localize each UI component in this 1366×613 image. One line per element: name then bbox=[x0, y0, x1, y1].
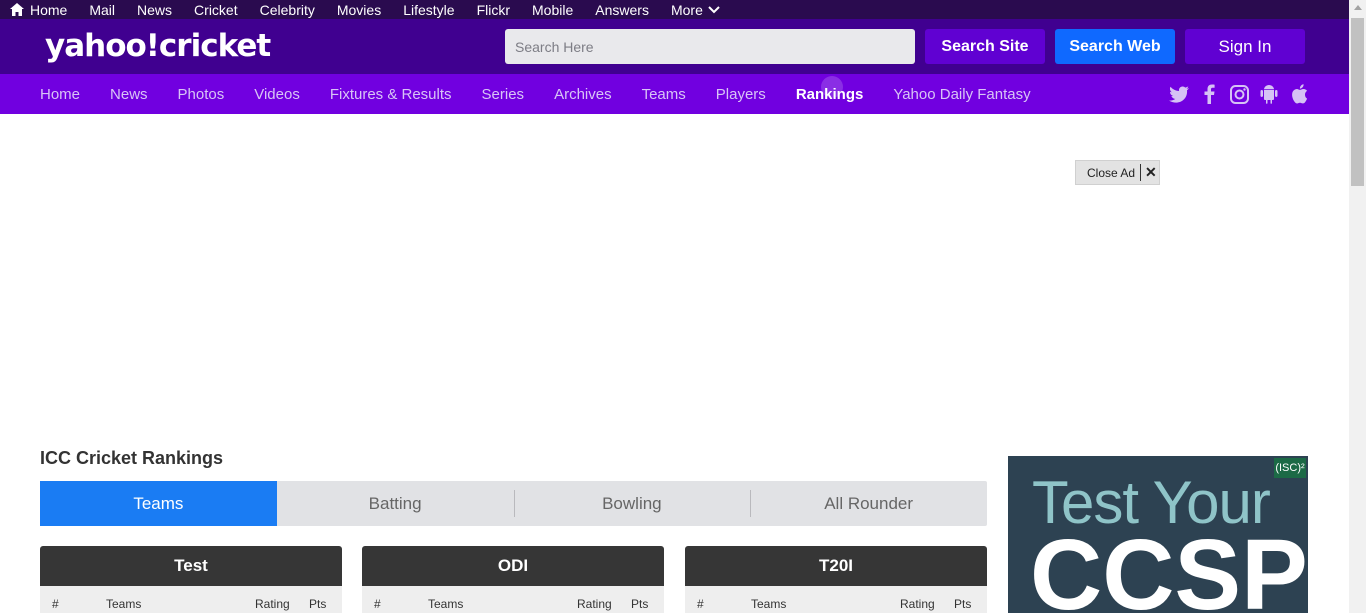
rankings-title: ICC Cricket Rankings bbox=[40, 448, 224, 468]
chevron-down-icon bbox=[708, 5, 720, 13]
nav-home[interactable]: Home bbox=[40, 86, 80, 103]
col-rank: # bbox=[374, 597, 381, 611]
top-link-flickr[interactable]: Flickr bbox=[477, 2, 510, 18]
apple-icon[interactable] bbox=[1289, 84, 1309, 104]
nav-rankings[interactable]: Rankings bbox=[796, 75, 863, 103]
top-link-news[interactable]: News bbox=[137, 2, 172, 18]
top-link-label: Celebrity bbox=[259, 1, 315, 18]
card-title: Test bbox=[40, 546, 342, 586]
search-input[interactable] bbox=[505, 29, 915, 64]
top-link-label: Answers bbox=[595, 1, 649, 18]
sign-in-button[interactable]: Sign In bbox=[1185, 29, 1305, 64]
close-ad-label: Close Ad bbox=[1087, 165, 1136, 180]
table-header: # Teams Rating Pts bbox=[40, 586, 342, 613]
social-links bbox=[1169, 84, 1309, 104]
card-title: ODI bbox=[362, 546, 664, 586]
nav-players[interactable]: Players bbox=[716, 86, 766, 103]
vertical-scrollbar[interactable] bbox=[1349, 0, 1366, 613]
ranking-card-odi: ODI # Teams Rating Pts bbox=[362, 546, 664, 613]
tab-all-rounder[interactable]: All Rounder bbox=[750, 481, 987, 526]
ad-headline-large: CCSP bbox=[1030, 519, 1308, 613]
top-link-home[interactable]: Home bbox=[10, 2, 67, 18]
nav-teams[interactable]: Teams bbox=[642, 86, 686, 103]
close-ad-button[interactable]: Close Ad ✕ bbox=[1075, 160, 1160, 185]
top-link-label: Mail bbox=[89, 1, 116, 18]
nav-photos[interactable]: Photos bbox=[178, 86, 225, 103]
facebook-icon[interactable] bbox=[1199, 84, 1219, 104]
ranking-card-t20i: T20I # Teams Rating Pts bbox=[685, 546, 987, 613]
col-teams: Teams bbox=[106, 597, 142, 611]
tab-bowling[interactable]: Bowling bbox=[513, 481, 751, 526]
top-link-label: Mobile bbox=[532, 1, 574, 18]
col-pts: Pts bbox=[309, 597, 327, 611]
yahoo-cricket-logo[interactable]: yahoo!cricket bbox=[45, 27, 271, 65]
top-link-mobile[interactable]: Mobile bbox=[532, 2, 573, 18]
more-label: More bbox=[670, 1, 703, 18]
main-nav: Home News Photos Videos Fixtures & Resul… bbox=[0, 74, 1349, 114]
top-link-label: Lifestyle bbox=[403, 1, 455, 18]
col-pts: Pts bbox=[954, 597, 972, 611]
top-link-celebrity[interactable]: Celebrity bbox=[260, 2, 315, 18]
site-header: yahoo!cricket Search Site Search Web Sig… bbox=[0, 19, 1349, 74]
search-site-button[interactable]: Search Site bbox=[925, 29, 1045, 64]
nav-series[interactable]: Series bbox=[482, 86, 525, 103]
ad-info-badge[interactable]: (ISC)² bbox=[1274, 458, 1306, 478]
top-link-more[interactable]: More bbox=[671, 2, 726, 18]
col-rank: # bbox=[52, 597, 59, 611]
nav-videos[interactable]: Videos bbox=[254, 86, 300, 103]
col-teams: Teams bbox=[428, 597, 464, 611]
nav-archives[interactable]: Archives bbox=[554, 86, 612, 103]
universal-top-bar: Home Mail News Cricket Celebrity Movies … bbox=[0, 0, 1349, 19]
table-header: # Teams Rating Pts bbox=[362, 586, 664, 613]
top-link-label: News bbox=[137, 1, 173, 18]
nav-fixtures-results[interactable]: Fixtures & Results bbox=[330, 86, 452, 103]
page: Home Mail News Cricket Celebrity Movies … bbox=[0, 0, 1366, 613]
col-rank: # bbox=[697, 597, 704, 611]
col-rating: Rating bbox=[577, 597, 612, 611]
tab-teams[interactable]: Teams bbox=[40, 481, 277, 526]
search-web-button[interactable]: Search Web bbox=[1055, 29, 1175, 64]
scroll-up-arrow-icon[interactable] bbox=[1354, 5, 1362, 10]
close-icon: ✕ bbox=[1145, 164, 1157, 180]
ranking-card-test: Test # Teams Rating Pts bbox=[40, 546, 342, 613]
twitter-icon[interactable] bbox=[1169, 84, 1189, 104]
col-rating: Rating bbox=[900, 597, 935, 611]
nav-news[interactable]: News bbox=[110, 86, 148, 103]
top-link-movies[interactable]: Movies bbox=[337, 2, 381, 18]
card-title: T20I bbox=[685, 546, 987, 586]
top-link-answers[interactable]: Answers bbox=[595, 2, 649, 18]
col-rating: Rating bbox=[255, 597, 290, 611]
table-header: # Teams Rating Pts bbox=[685, 586, 987, 613]
tab-batting[interactable]: Batting bbox=[277, 481, 514, 526]
android-icon[interactable] bbox=[1259, 84, 1279, 104]
col-pts: Pts bbox=[631, 597, 649, 611]
divider bbox=[1140, 164, 1141, 181]
top-link-lifestyle[interactable]: Lifestyle bbox=[403, 2, 454, 18]
instagram-icon[interactable] bbox=[1229, 84, 1249, 104]
home-icon bbox=[10, 3, 24, 16]
nav-yahoo-daily-fantasy[interactable]: Yahoo Daily Fantasy bbox=[893, 86, 1030, 103]
top-link-label: Home bbox=[30, 1, 68, 18]
side-advertisement[interactable]: Test Your CCSP (ISC)² bbox=[1008, 456, 1308, 613]
rankings-tabs: Teams Batting Bowling All Rounder bbox=[40, 481, 987, 526]
top-link-cricket[interactable]: Cricket bbox=[194, 2, 238, 18]
scrollbar-thumb[interactable] bbox=[1351, 18, 1364, 186]
top-link-label: Flickr bbox=[476, 1, 511, 18]
top-link-mail[interactable]: Mail bbox=[89, 2, 115, 18]
top-link-label: Cricket bbox=[194, 1, 238, 18]
col-teams: Teams bbox=[751, 597, 787, 611]
top-link-label: Movies bbox=[336, 1, 382, 18]
